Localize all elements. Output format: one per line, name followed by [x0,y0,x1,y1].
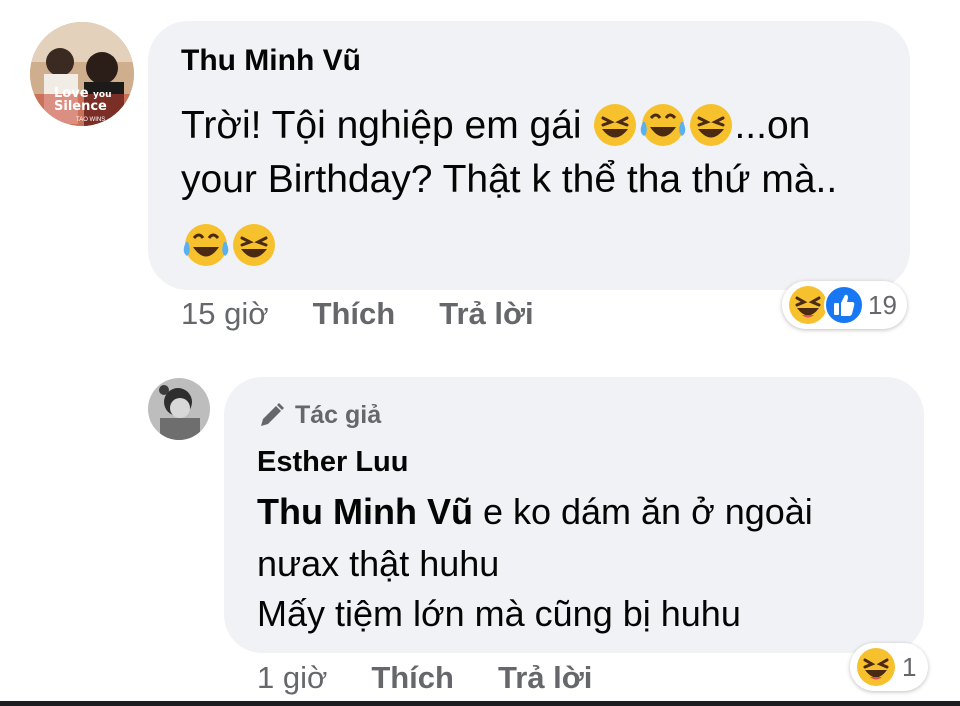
avatar-thu-minh-vu[interactable]: Love you Silence TAO WINS [30,22,134,126]
tears-of-joy-emoji-icon [638,102,688,148]
tears-of-joy-emoji-icon [181,222,231,268]
comment-actions-2: 1 giờ Thích Trả lời [257,660,592,696]
reply-author-name[interactable]: Esther Luu [257,446,408,479]
comment-text-part: ...on [734,104,811,147]
reply-text-part: e ko dám ăn ở ngoài [472,491,813,532]
reply-text-line-2: nưax thật huhu [257,543,500,584]
reply-text-line-3: Mấy tiệm lớn mà cũng bị huhu [257,593,741,634]
reaction-summary-2[interactable]: 1 [850,643,929,691]
comment-actions-1: 15 giờ Thích Trả lời [181,296,534,332]
reply-timestamp[interactable]: 1 giờ [257,660,327,696]
like-button[interactable]: Thích [313,296,396,332]
reply-text-line-1: Thu Minh Vũ e ko dám ăn ở ngoài [257,488,813,535]
comment-text-line-1: Trời! Tội nghiệp em gái ...on [181,99,810,153]
author-badge-label: Tác giả [295,400,382,429]
laughing-emoji-icon [688,102,734,148]
reply-button[interactable]: Trả lời [439,296,533,332]
laughing-emoji-icon [592,102,638,148]
comment-text-line-2: your Birthday? Thật k thể tha thứ mà.. [181,158,838,201]
avatar-text-silence: Silence [54,99,107,114]
like-button[interactable]: Thích [371,660,454,696]
mention-link[interactable]: Thu Minh Vũ [257,491,473,532]
avatar-image [148,378,210,440]
bottom-divider [0,701,960,706]
avatar-esther-luu[interactable] [148,378,210,440]
avatar-text-small: TAO WINS [76,117,106,123]
like-reaction-icon [824,285,864,325]
comment-timestamp[interactable]: 15 giờ [181,296,269,332]
reaction-count: 1 [902,651,917,682]
comment-author-name[interactable]: Thu Minh Vũ [181,44,361,78]
haha-reaction-icon [856,647,896,687]
author-badge: Tác giả [257,400,381,430]
pen-icon [257,400,287,430]
comment-text-part: Trời! Tội nghiệp em gái [181,104,593,147]
reaction-count: 19 [868,289,897,320]
haha-reaction-icon [788,285,828,325]
reply-button[interactable]: Trả lời [498,660,592,696]
laughing-emoji-icon [231,222,277,268]
reaction-summary-1[interactable]: 19 [782,281,907,329]
comment-text-line-3 [181,216,277,270]
